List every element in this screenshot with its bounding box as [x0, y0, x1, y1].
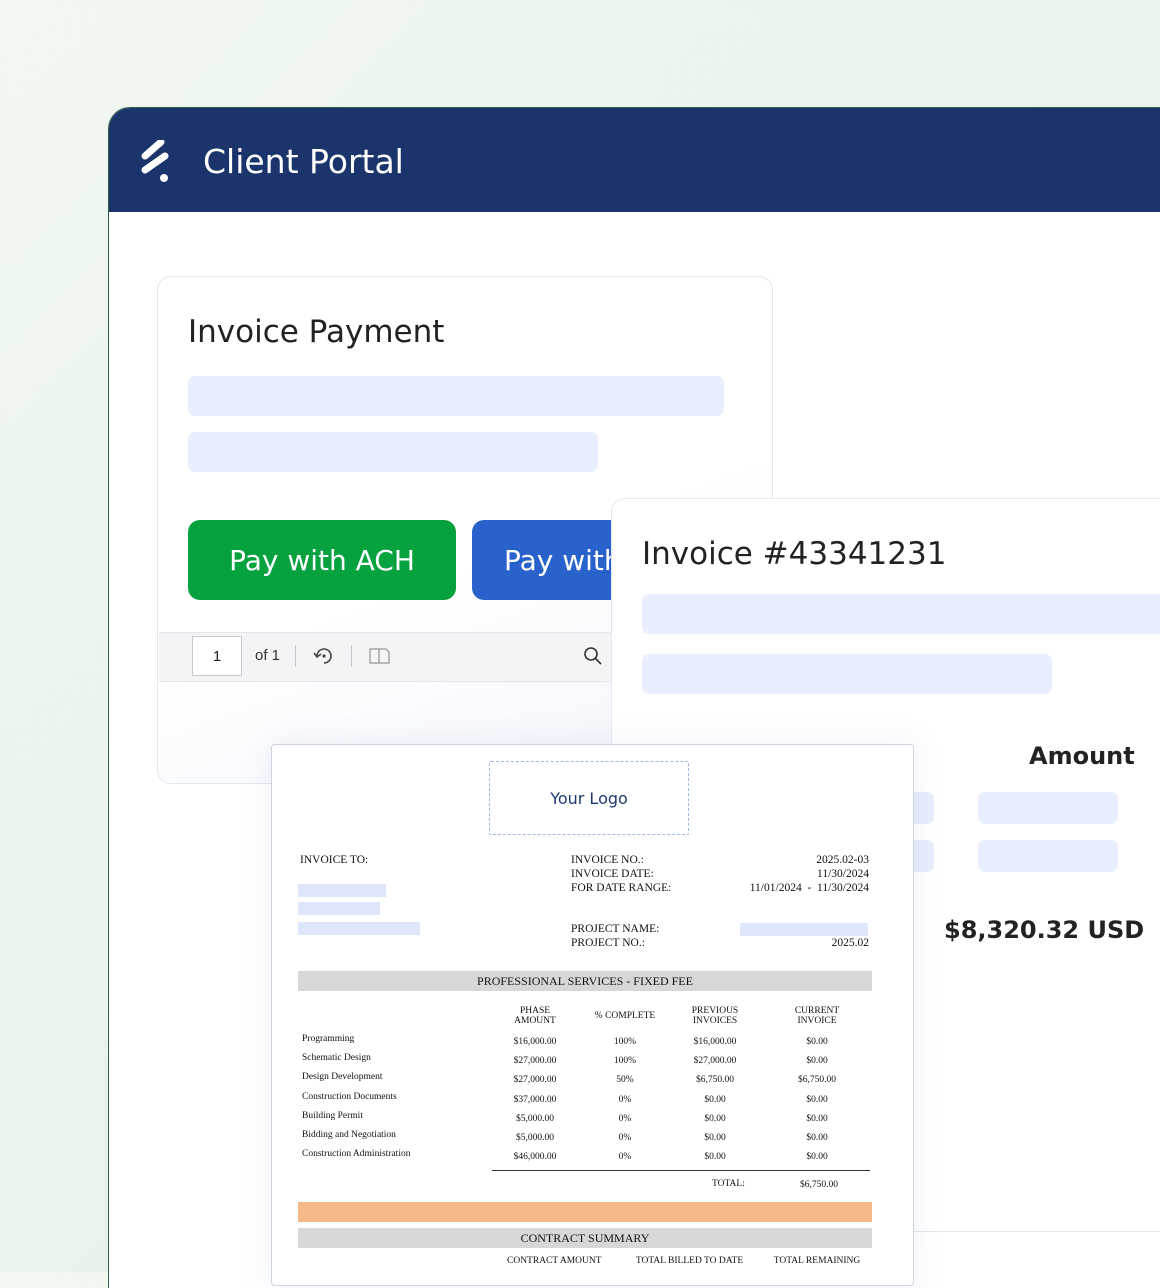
column-header: PREVIOUS INVOICES	[670, 1006, 760, 1026]
column-header-line: INVOICE	[797, 1016, 837, 1026]
cell-complete: 100%	[613, 1056, 637, 1067]
pay-with-ach-button[interactable]: Pay with ACH	[188, 520, 456, 600]
cell-previous: $0.00	[704, 1113, 726, 1124]
address-placeholder	[298, 922, 420, 935]
cell-current: $0.00	[806, 1152, 828, 1163]
cell-previous: $16,000.00	[693, 1037, 737, 1047]
contract-summary-header: CONTRACT SUMMARY	[298, 1228, 872, 1248]
cell-previous: $0.00	[704, 1094, 726, 1105]
invoice-card-title: Invoice #43341231	[642, 536, 947, 572]
phase-name: Building Permit	[302, 1110, 363, 1121]
cell-complete: 50%	[616, 1075, 634, 1086]
meta-value: 11/30/2024	[817, 868, 869, 880]
column-header-line: INVOICES	[692, 1016, 738, 1026]
cell-current: $0.00	[806, 1133, 828, 1143]
cell-current: $0.00	[806, 1037, 828, 1047]
cell-complete: 0%	[618, 1113, 632, 1124]
cell-amount: $37,000.00	[513, 1094, 557, 1105]
column-header-line: PHASE	[519, 1006, 551, 1016]
total-value: $6,750.00	[800, 1180, 838, 1190]
phase-name: Schematic Design	[302, 1053, 371, 1064]
search-icon[interactable]	[583, 646, 603, 666]
toolbar-divider	[295, 645, 296, 667]
meta-value: 11/01/2024 - 11/30/2024	[749, 882, 869, 894]
cell-complete: 0%	[618, 1152, 632, 1163]
invoice-total-amount: $8,320.32 USD	[944, 916, 1145, 944]
toolbar-divider	[351, 645, 352, 667]
cell-amount: $5,000.00	[516, 1113, 554, 1124]
skeleton-line	[188, 376, 724, 416]
column-header-line: CURRENT	[794, 1006, 840, 1016]
meta-label: FOR DATE RANGE:	[571, 882, 672, 894]
cell-previous: $0.00	[704, 1152, 726, 1163]
cell-complete: 0%	[618, 1133, 632, 1143]
invoice-to-label: INVOICE TO:	[300, 854, 369, 866]
phase-name: Construction Documents	[302, 1091, 397, 1102]
page-count-label: of 1	[255, 647, 281, 664]
cell-amount: $46,000.00	[513, 1152, 557, 1163]
cell-complete: 0%	[618, 1094, 632, 1105]
column-header-line: PREVIOUS	[691, 1006, 739, 1016]
project-no-value: 2025.02	[831, 937, 869, 949]
pay-with-other-button[interactable]: Pay with	[472, 520, 632, 600]
logo-placeholder-text: Your Logo	[550, 788, 628, 808]
cell-current: $0.00	[806, 1094, 828, 1105]
project-name-label: PROJECT NAME:	[571, 923, 660, 935]
project-name-placeholder	[740, 923, 868, 936]
address-placeholder	[298, 884, 386, 897]
skeleton-cell	[978, 792, 1118, 824]
skeleton-line	[188, 432, 598, 472]
phase-name: Design Development	[302, 1072, 383, 1083]
total-rule	[492, 1170, 870, 1171]
logo-placeholder: Your Logo	[489, 761, 689, 835]
summary-column-header: CONTRACT AMOUNT	[507, 1256, 602, 1266]
brand-logo-icon	[141, 140, 169, 182]
total-label: TOTAL:	[712, 1179, 745, 1189]
cell-amount: $27,000.00	[513, 1056, 557, 1067]
services-section-header: PROFESSIONAL SERVICES - FIXED FEE	[298, 971, 872, 991]
phase-name: Bidding and Negotiation	[302, 1130, 396, 1140]
cell-previous: $6,750.00	[696, 1075, 734, 1086]
skeleton-line	[642, 594, 1160, 634]
phase-name: Construction Administration	[302, 1149, 411, 1160]
pdf-toolbar: 1 of 1	[159, 632, 629, 682]
cell-current: $0.00	[806, 1113, 828, 1124]
invoice-document: Your Logo INVOICE TO: INVOICE NO.: 2025.…	[271, 744, 914, 1286]
app-title: Client Portal	[203, 142, 404, 181]
column-header-line: % COMPLETE	[594, 1011, 656, 1021]
rotate-icon[interactable]	[313, 645, 335, 667]
skeleton-line	[642, 654, 1052, 694]
address-placeholder	[298, 902, 380, 915]
cell-current: $0.00	[806, 1056, 828, 1067]
summary-column-header: TOTAL BILLED TO DATE	[635, 1256, 744, 1266]
phase-name: Programming	[302, 1034, 355, 1044]
column-header: CURRENT INVOICE	[772, 1006, 862, 1026]
meta-value: 2025.02-03	[816, 854, 869, 866]
skeleton-cell	[978, 840, 1118, 872]
two-page-view-icon[interactable]	[369, 646, 391, 666]
column-header: PHASE AMOUNT	[490, 1006, 580, 1026]
cell-amount: $16,000.00	[513, 1037, 557, 1047]
cell-previous: $27,000.00	[693, 1056, 737, 1067]
cell-complete: 100%	[613, 1037, 637, 1047]
page-number-input[interactable]: 1	[192, 636, 242, 676]
column-header: % COMPLETE	[580, 1011, 670, 1021]
highlight-bar	[298, 1202, 872, 1222]
column-header-line: AMOUNT	[514, 1016, 556, 1026]
cell-amount: $27,000.00	[513, 1075, 557, 1086]
payment-card-title: Invoice Payment	[188, 314, 445, 350]
meta-label: INVOICE DATE:	[571, 868, 654, 880]
cell-current: $6,750.00	[798, 1075, 836, 1086]
cell-previous: $0.00	[704, 1133, 726, 1143]
project-no-label: PROJECT NO.:	[571, 937, 645, 949]
cell-amount: $5,000.00	[516, 1133, 554, 1143]
amount-column-header: Amount	[1029, 742, 1135, 770]
summary-column-header: TOTAL REMAINING	[773, 1256, 861, 1266]
app-header: Client Portal	[109, 108, 1160, 212]
meta-label: INVOICE NO.:	[571, 854, 644, 866]
